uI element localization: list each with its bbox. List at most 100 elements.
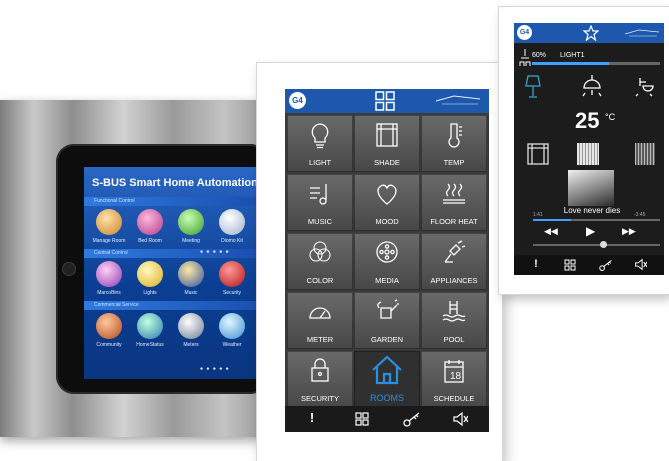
time-elapsed: 1:41	[533, 212, 543, 218]
tablet-label: Manage Room	[92, 238, 126, 244]
tile-label: SCHEDULE	[433, 394, 475, 403]
tablet-label: Bed Room	[138, 238, 162, 244]
page-dots: ● ● ● ● ●	[200, 366, 230, 372]
tablet-label: Community	[96, 342, 122, 348]
tile-appliances[interactable]: APPLIANCES	[421, 233, 487, 290]
key-icon	[599, 259, 612, 271]
tile-rooms[interactable]: ROOMS	[354, 351, 420, 408]
manage-room-icon[interactable]	[96, 209, 122, 235]
media-icon	[376, 241, 398, 263]
tile-shade[interactable]: SHADE	[354, 115, 420, 172]
bulb-icon	[311, 123, 329, 149]
tile-label: COLOR	[306, 276, 334, 285]
volume-knob[interactable]	[599, 241, 607, 248]
calendar-icon: 18	[444, 360, 464, 383]
grid-icon	[564, 259, 576, 271]
meeting-icon[interactable]	[178, 209, 204, 235]
blinds-icon[interactable]	[577, 143, 599, 165]
tablet-app-title: S-BUS Smart Home Automation	[92, 177, 258, 189]
star-icon[interactable]	[583, 25, 599, 41]
watering-can-icon	[377, 299, 399, 319]
tablet-home-button[interactable]	[62, 262, 76, 276]
community-icon[interactable]	[96, 313, 122, 339]
tile-label: SECURITY	[301, 394, 339, 403]
wall-lamp-icon[interactable]	[634, 76, 654, 98]
previous-icon[interactable]: ◀◀	[544, 226, 558, 237]
tile-label: METER	[306, 335, 334, 344]
ceiling-lamp-icon[interactable]	[581, 74, 603, 98]
tile-color[interactable]: COLOR	[287, 233, 353, 290]
alert-button[interactable]: !	[297, 410, 327, 425]
music-app-icon[interactable]	[178, 261, 204, 287]
tablet-label: HomeStatus	[136, 342, 164, 348]
tile-music[interactable]: MUSIC	[287, 174, 353, 231]
tile-light[interactable]: LIGHT	[287, 115, 353, 172]
curtain-icon[interactable]	[527, 143, 549, 165]
tile-floor-heat[interactable]: FLOOR HEAT	[421, 174, 487, 231]
color-icon	[309, 241, 331, 262]
section-functional-control: Functional Control	[84, 197, 260, 206]
grid-button[interactable]	[347, 412, 377, 426]
tile-pool[interactable]: POOL	[421, 292, 487, 349]
next-icon[interactable]: ▶▶	[622, 226, 636, 237]
lock-icon	[311, 358, 329, 382]
play-icon[interactable]: ▶	[586, 224, 595, 238]
mute-icon	[453, 411, 468, 427]
tablet-label: Lights	[143, 290, 157, 296]
mute-icon	[634, 258, 647, 271]
grid-icon[interactable]	[375, 91, 395, 111]
thermometer-icon	[448, 123, 462, 148]
tablet-label: Music	[184, 290, 198, 296]
tablet-label: Weather	[222, 342, 242, 348]
tile-mood[interactable]: MOOD	[354, 174, 420, 231]
tile-label: POOL	[443, 335, 465, 344]
brand-logo	[624, 28, 660, 38]
tile-schedule[interactable]: 18 SCHEDULE	[421, 351, 487, 408]
dimmer-name: LIGHT1	[560, 52, 585, 59]
tile-label: LIGHT	[308, 158, 332, 167]
tile-label: MEDIA	[375, 276, 399, 285]
lights-icon[interactable]	[137, 261, 163, 287]
tile-media[interactable]: MEDIA	[354, 233, 420, 290]
tablet-label: Security	[222, 290, 242, 296]
volume-slider[interactable]	[533, 244, 660, 246]
grid-icon	[355, 412, 369, 426]
mute-button[interactable]	[628, 258, 652, 271]
bed-room-icon[interactable]	[137, 209, 163, 235]
right-panel-footer: !	[514, 255, 664, 275]
security-app-icon[interactable]	[219, 261, 245, 287]
shutter-icon[interactable]	[635, 143, 655, 165]
tile-meter[interactable]: METER	[287, 292, 353, 349]
meter-icon	[309, 307, 331, 319]
tile-label: FLOOR HEAT	[430, 217, 478, 226]
svg-text:18: 18	[450, 371, 462, 382]
heart-icon	[377, 184, 397, 205]
home-status-icon[interactable]	[137, 313, 163, 339]
shade-icon	[376, 123, 398, 147]
grid-button[interactable]	[558, 259, 582, 271]
tile-security[interactable]: SECURITY	[287, 351, 353, 408]
tile-label: ROOMS	[369, 393, 404, 403]
weather-icon[interactable]	[219, 313, 245, 339]
table-lamp-icon[interactable]	[525, 74, 541, 100]
marcobins-icon[interactable]	[96, 261, 122, 287]
temperature-value: 25	[575, 108, 600, 133]
temperature-unit: °C	[605, 112, 616, 122]
tile-label: MOOD	[375, 217, 399, 226]
mute-button[interactable]	[445, 411, 475, 427]
tile-garden[interactable]: GARDEN	[354, 292, 420, 349]
tile-temp[interactable]: TEMP	[421, 115, 487, 172]
tile-label: APPLIANCES	[430, 276, 478, 285]
alert-button[interactable]: !	[524, 258, 548, 270]
tablet-label: Diomo Kit	[221, 238, 243, 244]
playback-progress-fill	[533, 219, 572, 221]
panel-footer: !	[285, 406, 489, 432]
song-title: Love never dies	[563, 206, 621, 215]
key-button[interactable]	[397, 411, 427, 427]
key-button[interactable]	[594, 258, 618, 272]
meters-icon[interactable]	[178, 313, 204, 339]
tablet-label: Meeting	[182, 238, 200, 244]
diomo-kit-icon[interactable]	[219, 209, 245, 235]
tablet-screen: S-BUS Smart Home Automation Functional C…	[84, 167, 260, 379]
tablet-label: MarcoBins	[97, 290, 121, 296]
